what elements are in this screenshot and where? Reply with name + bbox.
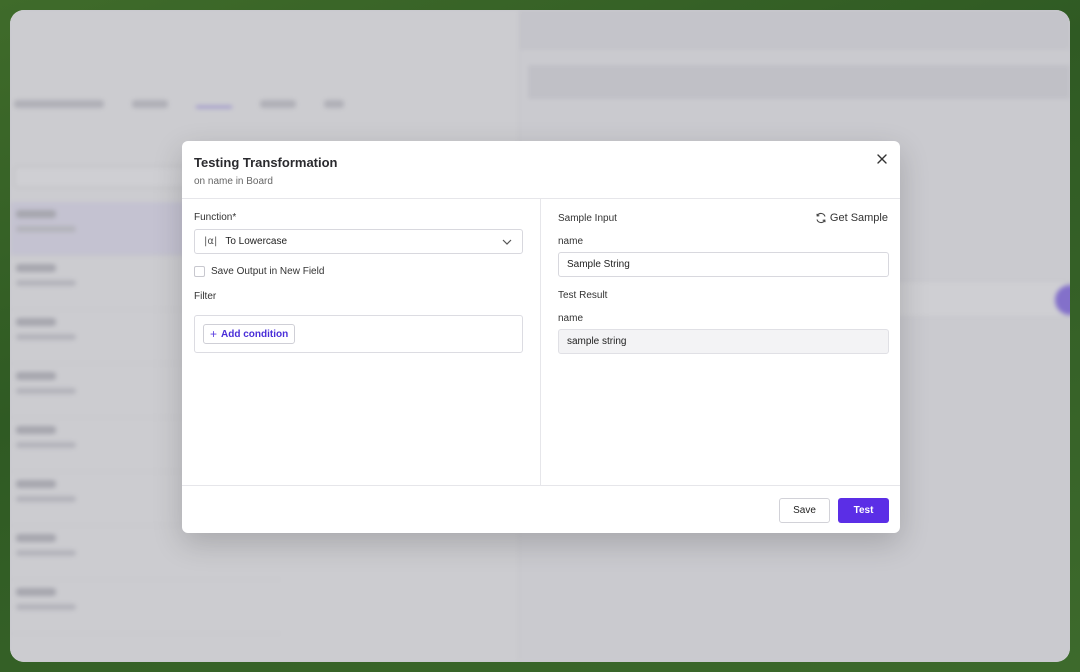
test-result-field: sample string [558, 329, 889, 354]
save-output-label: Save Output in New Field [211, 266, 325, 277]
result-field-name: name [558, 313, 584, 324]
test-button[interactable]: Test [838, 498, 889, 523]
filter-box: + Add condition [194, 315, 523, 353]
save-output-checkbox[interactable] [194, 266, 205, 277]
add-condition-button[interactable]: + Add condition [203, 324, 296, 344]
filter-label: Filter [194, 291, 217, 302]
modal-subtitle: on name in Board [194, 176, 273, 187]
modal-header: Testing Transformation on name in Board [182, 141, 900, 199]
function-select-value: To Lowercase [225, 236, 288, 247]
sample-field-name: name [558, 236, 584, 247]
plus-icon: + [210, 327, 218, 341]
close-button[interactable] [874, 151, 890, 167]
close-icon [877, 154, 887, 164]
app-window: Testing Transformation on name in Board … [10, 10, 1070, 662]
save-button[interactable]: Save [779, 498, 830, 523]
function-select[interactable]: |α| To Lowercase [194, 229, 523, 254]
get-sample-label: Get Sample [829, 212, 888, 224]
sample-input-header: Sample Input Get Sample [558, 212, 888, 224]
save-output-row[interactable]: Save Output in New Field [194, 266, 523, 277]
add-condition-label: Add condition [221, 328, 289, 340]
modal-body: Function* |α| To Lowercase Save Output i… [182, 199, 900, 485]
modal-title: Testing Transformation [194, 155, 338, 170]
sample-panel: Sample Input Get Sample name Test Result [541, 199, 900, 485]
refresh-icon [816, 212, 826, 224]
text-function-icon: |α| [204, 236, 218, 247]
modal-footer: Save Test [182, 485, 900, 533]
chevron-down-icon [502, 239, 512, 245]
function-panel: Function* |α| To Lowercase Save Output i… [182, 199, 541, 485]
sample-input-label: Sample Input [558, 212, 617, 224]
testing-transformation-modal: Testing Transformation on name in Board … [182, 141, 900, 533]
function-label: Function* [194, 212, 237, 223]
sample-input-field[interactable] [558, 252, 889, 277]
get-sample-button[interactable]: Get Sample [815, 212, 888, 224]
test-result-label: Test Result [558, 290, 608, 301]
